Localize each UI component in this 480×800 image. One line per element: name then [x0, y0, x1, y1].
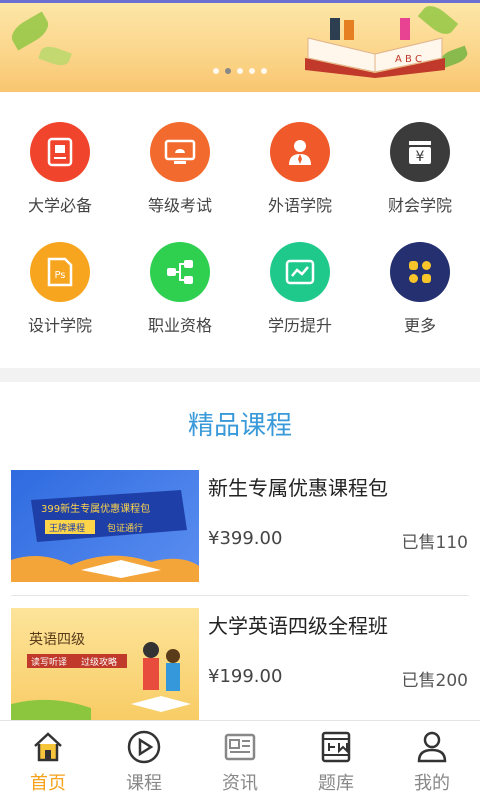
tab-question-bank[interactable]: 题库 [288, 721, 384, 800]
tab-label: 题库 [318, 773, 354, 794]
course-thumb-text: 399新生专属优惠课程包 [41, 502, 150, 515]
tab-profile[interactable]: 我的 [384, 721, 480, 800]
home-icon [34, 732, 62, 762]
course-card[interactable]: 英语四级 读写听译 过级攻略 大学英语四级全程班 ¥199.00 已售200 [0, 596, 480, 720]
category-label: 外语学院 [267, 196, 332, 215]
play-icon [127, 730, 161, 764]
category-foreign-languages[interactable]: 外语学院 [240, 122, 360, 232]
carousel-dot [213, 68, 219, 74]
course-price: ¥399.00 [208, 528, 283, 549]
carousel-dot [249, 68, 255, 74]
profile-icon [417, 731, 447, 763]
category-label: 学历提升 [267, 316, 332, 335]
category-label: 设计学院 [27, 316, 92, 335]
top-banner[interactable]: A B C [0, 0, 480, 92]
category-level-exams[interactable]: 等级考试 [120, 122, 240, 232]
section-divider [0, 368, 480, 382]
course-sold-count: 已售200 [401, 671, 468, 691]
carousel-dot [237, 68, 243, 74]
course-title: 新生专属优惠课程包 [208, 476, 388, 500]
category-accounting[interactable]: ¥ 财会学院 [360, 122, 480, 232]
tab-label: 资讯 [222, 773, 258, 794]
banner-leaf-decoration [7, 11, 53, 51]
course-thumb-tag: 读写听译 [31, 656, 67, 668]
banner-book-letters: A B C [395, 54, 422, 65]
svg-text:Ps: Ps [54, 270, 65, 281]
category-vocational-qualification[interactable]: 职业资格 [120, 242, 240, 352]
monitor-icon [150, 122, 210, 182]
ps-icon: Ps [30, 242, 90, 302]
course-thumb-tag: 包证通行 [107, 522, 143, 534]
tab-news[interactable]: 资讯 [192, 721, 288, 800]
svg-text:¥: ¥ [416, 149, 425, 165]
category-degree-upgrade[interactable]: 学历提升 [240, 242, 360, 352]
banner-leaf-decoration [38, 43, 72, 69]
org-chart-icon [150, 242, 210, 302]
tab-label: 首页 [30, 773, 66, 794]
course-thumb-text: 英语四级 [29, 631, 85, 648]
news-icon [224, 733, 256, 761]
category-grid: 大学必备 等级考试 外语学院 ¥ 财会学院 Ps 设计学院 职业资格 学历提升 [0, 92, 480, 368]
course-title: 大学英语四级全程班 [208, 614, 388, 638]
tab-label: 我的 [414, 773, 450, 794]
tab-courses[interactable]: 课程 [96, 721, 192, 800]
id-card-icon [30, 122, 90, 182]
section-title-featured-courses: 精品课程 [187, 411, 292, 441]
category-label: 大学必备 [27, 196, 92, 215]
grid-more-icon [390, 242, 450, 302]
tab-home[interactable]: 首页 [0, 721, 96, 800]
category-more[interactable]: 更多 [360, 242, 480, 352]
carousel-dot [261, 68, 267, 74]
person-icon [270, 122, 330, 182]
course-thumbnail: 英语四级 读写听译 过级攻略 [11, 608, 199, 720]
course-thumbnail: 399新生专属优惠课程包 王牌课程 包证通行 [11, 470, 199, 582]
trend-icon [270, 242, 330, 302]
course-thumb-tag: 王牌课程 [49, 522, 85, 534]
category-label: 职业资格 [147, 316, 212, 335]
banner-top-strip [0, 0, 480, 3]
course-card[interactable]: 399新生专属优惠课程包 王牌课程 包证通行 新生专属优惠课程包 ¥399.00… [0, 458, 480, 582]
yen-icon: ¥ [390, 122, 450, 182]
course-sold-count: 已售110 [401, 533, 468, 553]
category-label: 等级考试 [147, 196, 212, 215]
category-label: 财会学院 [387, 196, 452, 215]
course-price: ¥199.00 [208, 666, 283, 687]
bottom-tab-bar: 首页 课程 资讯 题库 我的 [0, 720, 480, 800]
category-label: 更多 [403, 316, 436, 335]
category-design[interactable]: Ps 设计学院 [0, 242, 120, 352]
carousel-indicator [0, 68, 480, 74]
carousel-dot-active [225, 68, 231, 74]
question-bank-icon [321, 731, 351, 763]
tab-label: 课程 [126, 773, 162, 794]
category-university-essentials[interactable]: 大学必备 [0, 122, 120, 232]
course-thumb-tag: 过级攻略 [81, 656, 117, 668]
